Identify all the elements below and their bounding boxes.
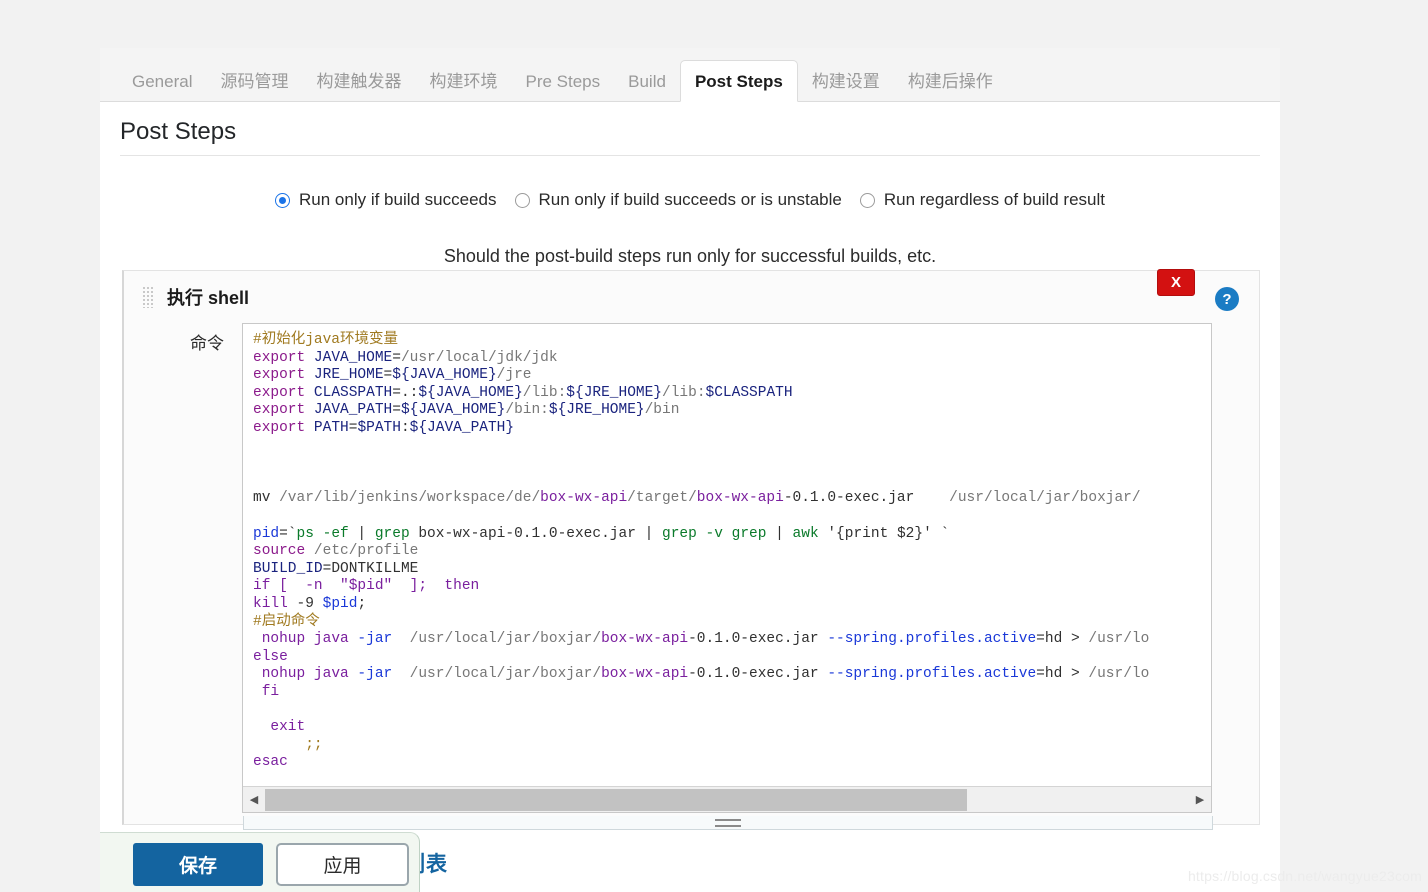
code-line: else [253, 648, 288, 665]
page-title: Post Steps [120, 118, 237, 145]
code-line: fi [253, 683, 280, 700]
execute-shell-builder: 执行 shell X ? 命令 #初始化java环境变量 export JAVA_… [122, 269, 1260, 830]
tab-build-settings[interactable]: 构建设置 [798, 62, 894, 102]
code-line: exit [253, 719, 306, 736]
command-field-row: 命令 #初始化java环境变量 export JAVA_HOME=/usr/loc… [124, 323, 1259, 813]
radio-label-succeeds-or-unstable: Run only if build succeeds or is unstabl… [538, 190, 842, 209]
code-line: nohup java -jar /usr/local/jar/boxjar/bo… [253, 631, 1150, 648]
editor-resize-bar[interactable] [243, 816, 1213, 830]
scroll-right-arrow-icon[interactable]: ▶ [1189, 788, 1211, 812]
shell-command-code[interactable]: #初始化java环境变量 export JAVA_HOME=/usr/local/… [243, 324, 1211, 785]
code-line: export JAVA_PATH=${JAVA_HOME}/bin:${JRE_… [253, 402, 680, 419]
builder-header: 执行 shell X ? [124, 269, 1259, 323]
code-line: source /etc/profile [253, 543, 419, 560]
tab-build[interactable]: Build [614, 62, 680, 102]
tab-build-triggers[interactable]: 构建触发器 [302, 62, 415, 102]
code-line: #初始化java环境变量 [253, 332, 399, 348]
watermark-text: https://blog.csdn.net/wangyue23com [1187, 868, 1422, 884]
code-line: esac [253, 754, 288, 771]
radio-indicator-regardless[interactable] [859, 192, 875, 208]
config-tab-bar: General 源码管理 构建触发器 构建环境 Pre Steps Build … [100, 48, 1280, 102]
code-line: export CLASSPATH=.:${JAVA_HOME}/lib:${JR… [253, 384, 793, 401]
code-line: #启动命令 [253, 613, 320, 630]
save-button[interactable]: 保存 [133, 843, 263, 886]
editor-horizontal-scrollbar[interactable]: ◀ ▶ [243, 786, 1211, 812]
scroll-left-arrow-icon[interactable]: ◀ [243, 788, 265, 812]
tab-general[interactable]: General [118, 62, 206, 102]
builder-title: 执行 shell [167, 288, 250, 308]
code-line: export JAVA_HOME=/usr/local/jdk/jdk [253, 349, 558, 366]
radio-option-succeeds[interactable]: Run only if build succeeds [275, 190, 497, 210]
code-line: ;; [253, 736, 323, 753]
code-line: if [ -n "$pid" ]; then [253, 578, 480, 595]
code-line: kill -9 $pid; [253, 595, 367, 612]
scrollbar-thumb[interactable] [265, 788, 968, 811]
delete-builder-button[interactable]: X [1157, 269, 1195, 296]
section-header: Post Steps [120, 118, 1260, 156]
command-label: 命令 [190, 334, 224, 353]
radio-option-succeeds-or-unstable[interactable]: Run only if build succeeds or is unstabl… [514, 190, 842, 210]
code-line: pid=`ps -ef | grep box-wx-api-0.1.0-exec… [253, 525, 950, 542]
screen-root: General 源码管理 构建触发器 构建环境 Pre Steps Build … [0, 0, 1428, 892]
help-icon[interactable]: ? [1215, 287, 1239, 311]
resize-grip-icon[interactable] [715, 819, 741, 827]
section-help-text: Should the post-build steps run only for… [443, 246, 937, 266]
run-condition-radio-group: Run only if build succeeds Run only if b… [100, 190, 1280, 210]
radio-label-regardless: Run regardless of build result [883, 190, 1105, 209]
radio-indicator-succeeds-or-unstable[interactable] [514, 192, 530, 208]
radio-indicator-succeeds[interactable] [275, 192, 290, 208]
code-line: nohup java -jar /usr/local/jar/boxjar/bo… [253, 666, 1150, 683]
code-line: export JRE_HOME=${JAVA_HOME}/jre [253, 367, 532, 384]
radio-option-regardless[interactable]: Run regardless of build result [859, 190, 1105, 210]
tab-pre-steps[interactable]: Pre Steps [511, 62, 614, 102]
drag-dots-icon[interactable] [142, 286, 155, 308]
code-line: mv /var/lib/jenkins/workspace/de/box-wx-… [253, 490, 1141, 507]
radio-label-succeeds: Run only if build succeeds [299, 190, 497, 209]
tab-post-steps[interactable]: Post Steps [679, 60, 798, 102]
scrollbar-track[interactable] [265, 787, 1189, 812]
tab-source-management[interactable]: 源码管理 [206, 62, 302, 102]
shell-command-editor[interactable]: #初始化java环境变量 export JAVA_HOME=/usr/local/… [242, 323, 1212, 813]
code-line: export PATH=$PATH:${JAVA_PATH} [253, 419, 515, 436]
apply-button[interactable]: 应用 [276, 843, 409, 886]
tab-build-environment[interactable]: 构建环境 [415, 62, 511, 102]
code-line: BUILD_ID=DONTKILLME [253, 560, 419, 577]
tab-post-build-actions[interactable]: 构建后操作 [894, 62, 1007, 102]
action-bar: 保存 应用 [100, 832, 420, 892]
